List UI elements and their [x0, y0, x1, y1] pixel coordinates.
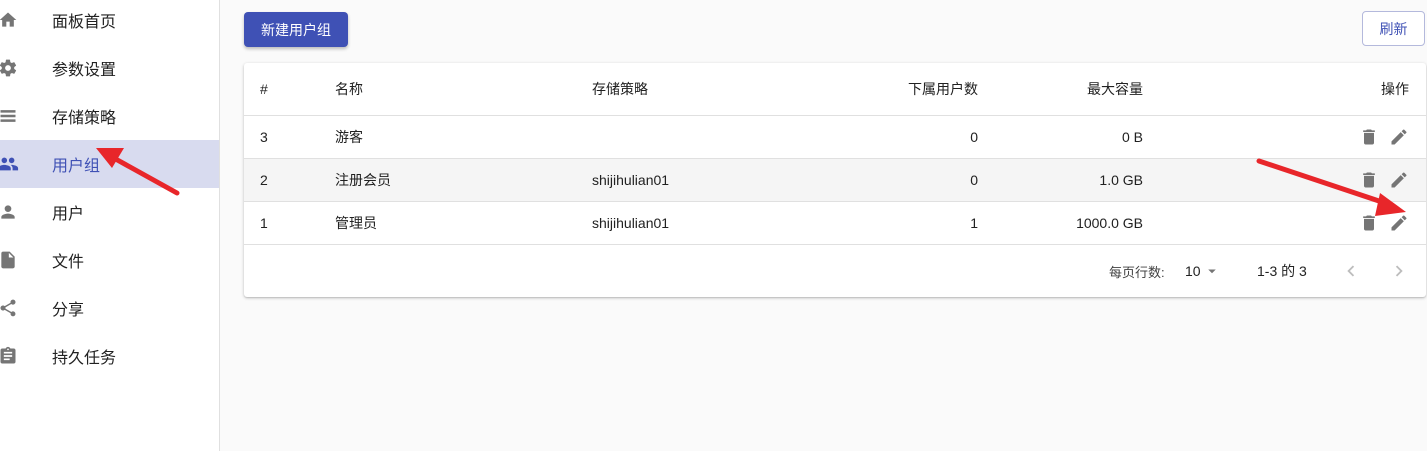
refresh-button[interactable]: 刷新	[1362, 11, 1425, 46]
header-id: #	[260, 81, 268, 97]
list-icon	[0, 105, 19, 127]
table-row: 3 游客 0 0 B	[244, 116, 1426, 159]
delete-icon[interactable]	[1358, 212, 1380, 234]
cell-capacity: 0 B	[1121, 129, 1143, 145]
cell-policy: shijihulian01	[592, 215, 670, 231]
sidebar-item-label: 分享	[52, 302, 85, 319]
share-icon	[0, 297, 19, 319]
rows-per-page-label: 每页行数:	[1109, 264, 1165, 280]
sidebar-item-user-groups[interactable]: 用户组	[0, 140, 219, 188]
cell-name: 注册会员	[335, 172, 391, 188]
header-name: 名称	[335, 81, 363, 97]
table-header-row: # 名称 存储策略 下属用户数 最大容量 操作	[244, 63, 1426, 116]
cell-id: 1	[260, 215, 268, 231]
dropdown-arrow-icon	[1207, 269, 1216, 274]
sidebar-item-settings[interactable]: 参数设置	[0, 44, 219, 92]
header-capacity: 最大容量	[1087, 81, 1143, 97]
prev-page-icon[interactable]	[1340, 245, 1362, 297]
header-policy: 存储策略	[592, 81, 648, 97]
sidebar-item-files[interactable]: 文件	[0, 236, 219, 284]
cell-user-count: 1	[970, 215, 978, 231]
sidebar-item-label: 存储策略	[52, 110, 117, 127]
rows-per-page-value: 10	[1185, 263, 1201, 279]
cell-user-count: 0	[970, 129, 978, 145]
sidebar: 面板首页 参数设置 存储策略 用户组 用户 文件 分享 持久任务	[0, 0, 220, 451]
cell-id: 2	[260, 172, 268, 188]
cell-policy: shijihulian01	[592, 172, 670, 188]
edit-icon[interactable]	[1388, 169, 1410, 191]
edit-icon[interactable]	[1388, 212, 1410, 234]
next-page-icon[interactable]	[1388, 245, 1410, 297]
pagination: 每页行数: 10 1-3 的 3	[244, 245, 1426, 297]
new-user-group-button[interactable]: 新建用户组	[244, 12, 348, 47]
sidebar-item-label: 用户	[52, 206, 85, 223]
cell-capacity: 1.0 GB	[1099, 172, 1143, 188]
edit-icon[interactable]	[1388, 126, 1410, 148]
header-user-count: 下属用户数	[908, 81, 978, 97]
sidebar-item-share[interactable]: 分享	[0, 284, 219, 332]
table-row: 2 注册会员 shijihulian01 0 1.0 GB	[244, 159, 1426, 202]
rows-per-page-select[interactable]: 10	[1185, 245, 1221, 297]
sidebar-item-tasks[interactable]: 持久任务	[0, 332, 219, 380]
header-actions: 操作	[1381, 81, 1409, 97]
sidebar-item-users[interactable]: 用户	[0, 188, 219, 236]
clipboard-icon	[0, 345, 19, 367]
sidebar-item-label: 参数设置	[52, 62, 117, 79]
sidebar-item-label: 面板首页	[52, 14, 117, 31]
delete-icon[interactable]	[1358, 169, 1380, 191]
user-group-table: # 名称 存储策略 下属用户数 最大容量 操作 3 游客 0 0 B 2 注册会…	[244, 63, 1426, 297]
sidebar-item-label: 用户组	[52, 158, 101, 175]
page-range: 1-3 的 3	[1257, 263, 1307, 279]
cell-name: 游客	[335, 129, 363, 145]
sidebar-item-dashboard[interactable]: 面板首页	[0, 0, 219, 44]
file-icon	[0, 249, 19, 271]
sidebar-item-label: 文件	[52, 254, 85, 271]
table-row: 1 管理员 shijihulian01 1 1000.0 GB	[244, 202, 1426, 245]
gear-icon	[0, 57, 19, 79]
cell-user-count: 0	[970, 172, 978, 188]
sidebar-item-label: 持久任务	[52, 350, 117, 367]
home-icon	[0, 9, 19, 31]
people-icon	[0, 153, 19, 175]
cell-id: 3	[260, 129, 268, 145]
cell-name: 管理员	[335, 215, 377, 231]
cell-capacity: 1000.0 GB	[1076, 215, 1143, 231]
sidebar-item-storage-policy[interactable]: 存储策略	[0, 92, 219, 140]
person-icon	[0, 201, 19, 223]
delete-icon[interactable]	[1358, 126, 1380, 148]
